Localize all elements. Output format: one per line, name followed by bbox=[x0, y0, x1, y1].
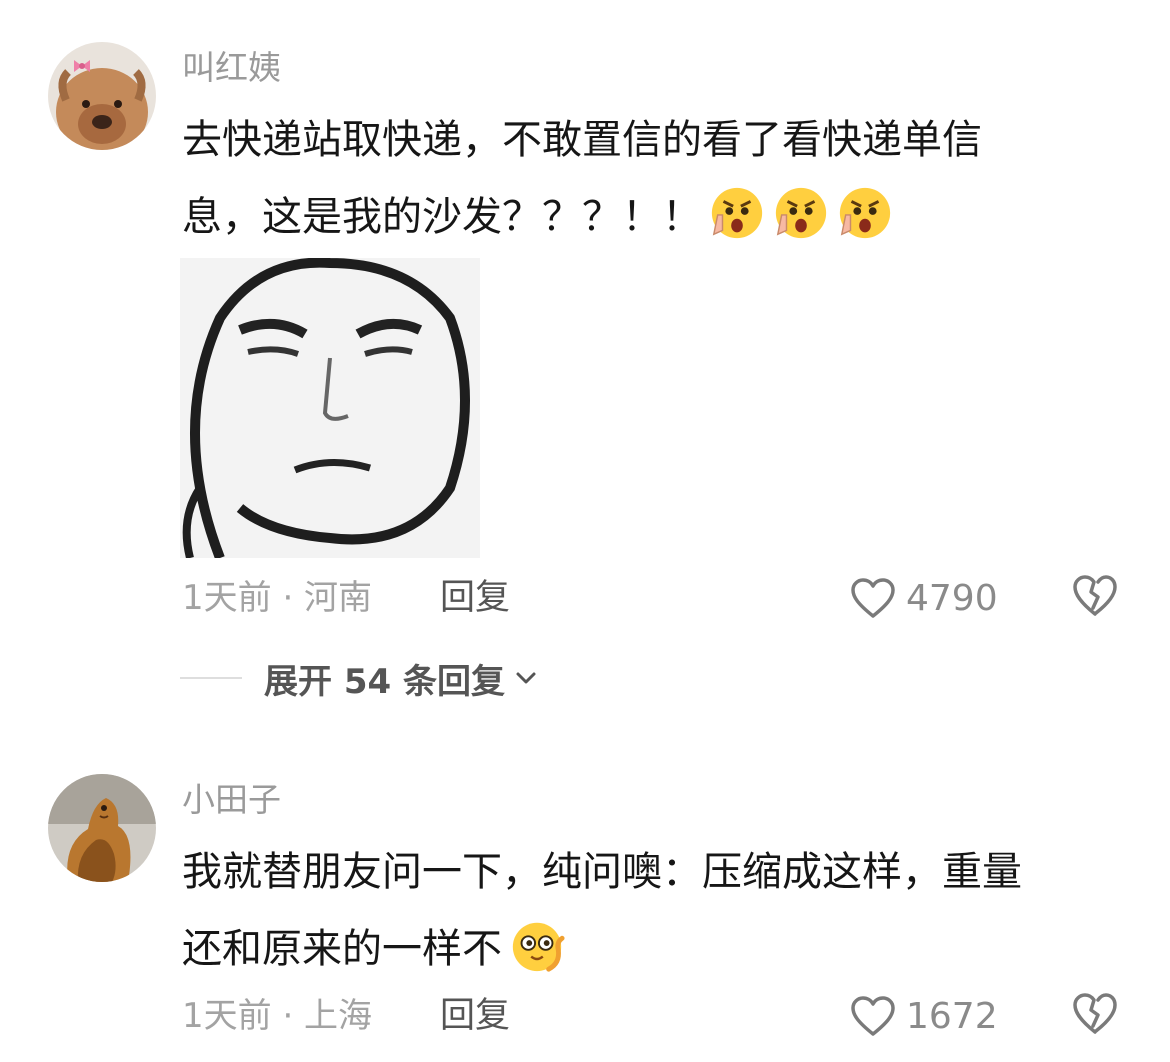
like-button[interactable]: 1672 bbox=[850, 992, 998, 1040]
heart-icon bbox=[850, 995, 896, 1037]
comment-time-location: 1天前 · 河南 bbox=[182, 578, 373, 618]
comment-text-line: 还和原来的一样不 bbox=[182, 911, 1082, 988]
reply-button[interactable]: 回复 bbox=[440, 578, 510, 618]
comment-text-line: 去快递站取快递，不敢置信的看了看快递单信 bbox=[182, 117, 982, 163]
shocked-stop-emoji bbox=[836, 184, 894, 242]
expand-replies-button[interactable]: 展开 54 条回复 bbox=[180, 656, 539, 702]
broken-heart-icon bbox=[1072, 990, 1118, 1036]
shocked-stop-emoji bbox=[708, 184, 766, 242]
dislike-button[interactable] bbox=[1072, 572, 1118, 618]
heart-icon bbox=[850, 577, 896, 619]
shocked-stop-emoji bbox=[772, 184, 830, 242]
avatar[interactable] bbox=[48, 42, 156, 150]
comment-time-location: 1天前 · 上海 bbox=[182, 996, 373, 1036]
reply-button[interactable]: 回复 bbox=[440, 996, 510, 1036]
expand-replies-label: 展开 54 条回复 bbox=[264, 661, 505, 702]
meme-sticker-image[interactable] bbox=[180, 258, 480, 558]
comment-text-line: 息，这是我的沙发？？？！！ bbox=[182, 179, 1082, 256]
dislike-button[interactable] bbox=[1072, 990, 1118, 1036]
username[interactable]: 叫红姨 bbox=[182, 48, 281, 88]
comment-text-line-part: 还和原来的一样不 bbox=[182, 926, 502, 972]
comment-text: 去快递站取快递，不敢置信的看了看快递单信 息，这是我的沙发？？？！！ bbox=[182, 102, 1082, 256]
chevron-down-icon bbox=[513, 665, 539, 691]
username[interactable]: 小田子 bbox=[182, 780, 281, 820]
comment-text-line-part: 息，这是我的沙发？？？！！ bbox=[182, 194, 702, 240]
comment-text-line: 我就替朋友问一下，纯问噢：压缩成这样，重量 bbox=[182, 849, 1022, 895]
like-button[interactable]: 4790 bbox=[850, 574, 998, 622]
like-count: 4790 bbox=[906, 577, 998, 619]
like-count: 1672 bbox=[906, 995, 998, 1037]
broken-heart-icon bbox=[1072, 572, 1118, 618]
avatar[interactable] bbox=[48, 774, 156, 882]
divider-line bbox=[180, 677, 242, 679]
comment-text: 我就替朋友问一下，纯问噢：压缩成这样，重量 还和原来的一样不 bbox=[182, 834, 1082, 988]
curious-emoji bbox=[508, 916, 566, 974]
